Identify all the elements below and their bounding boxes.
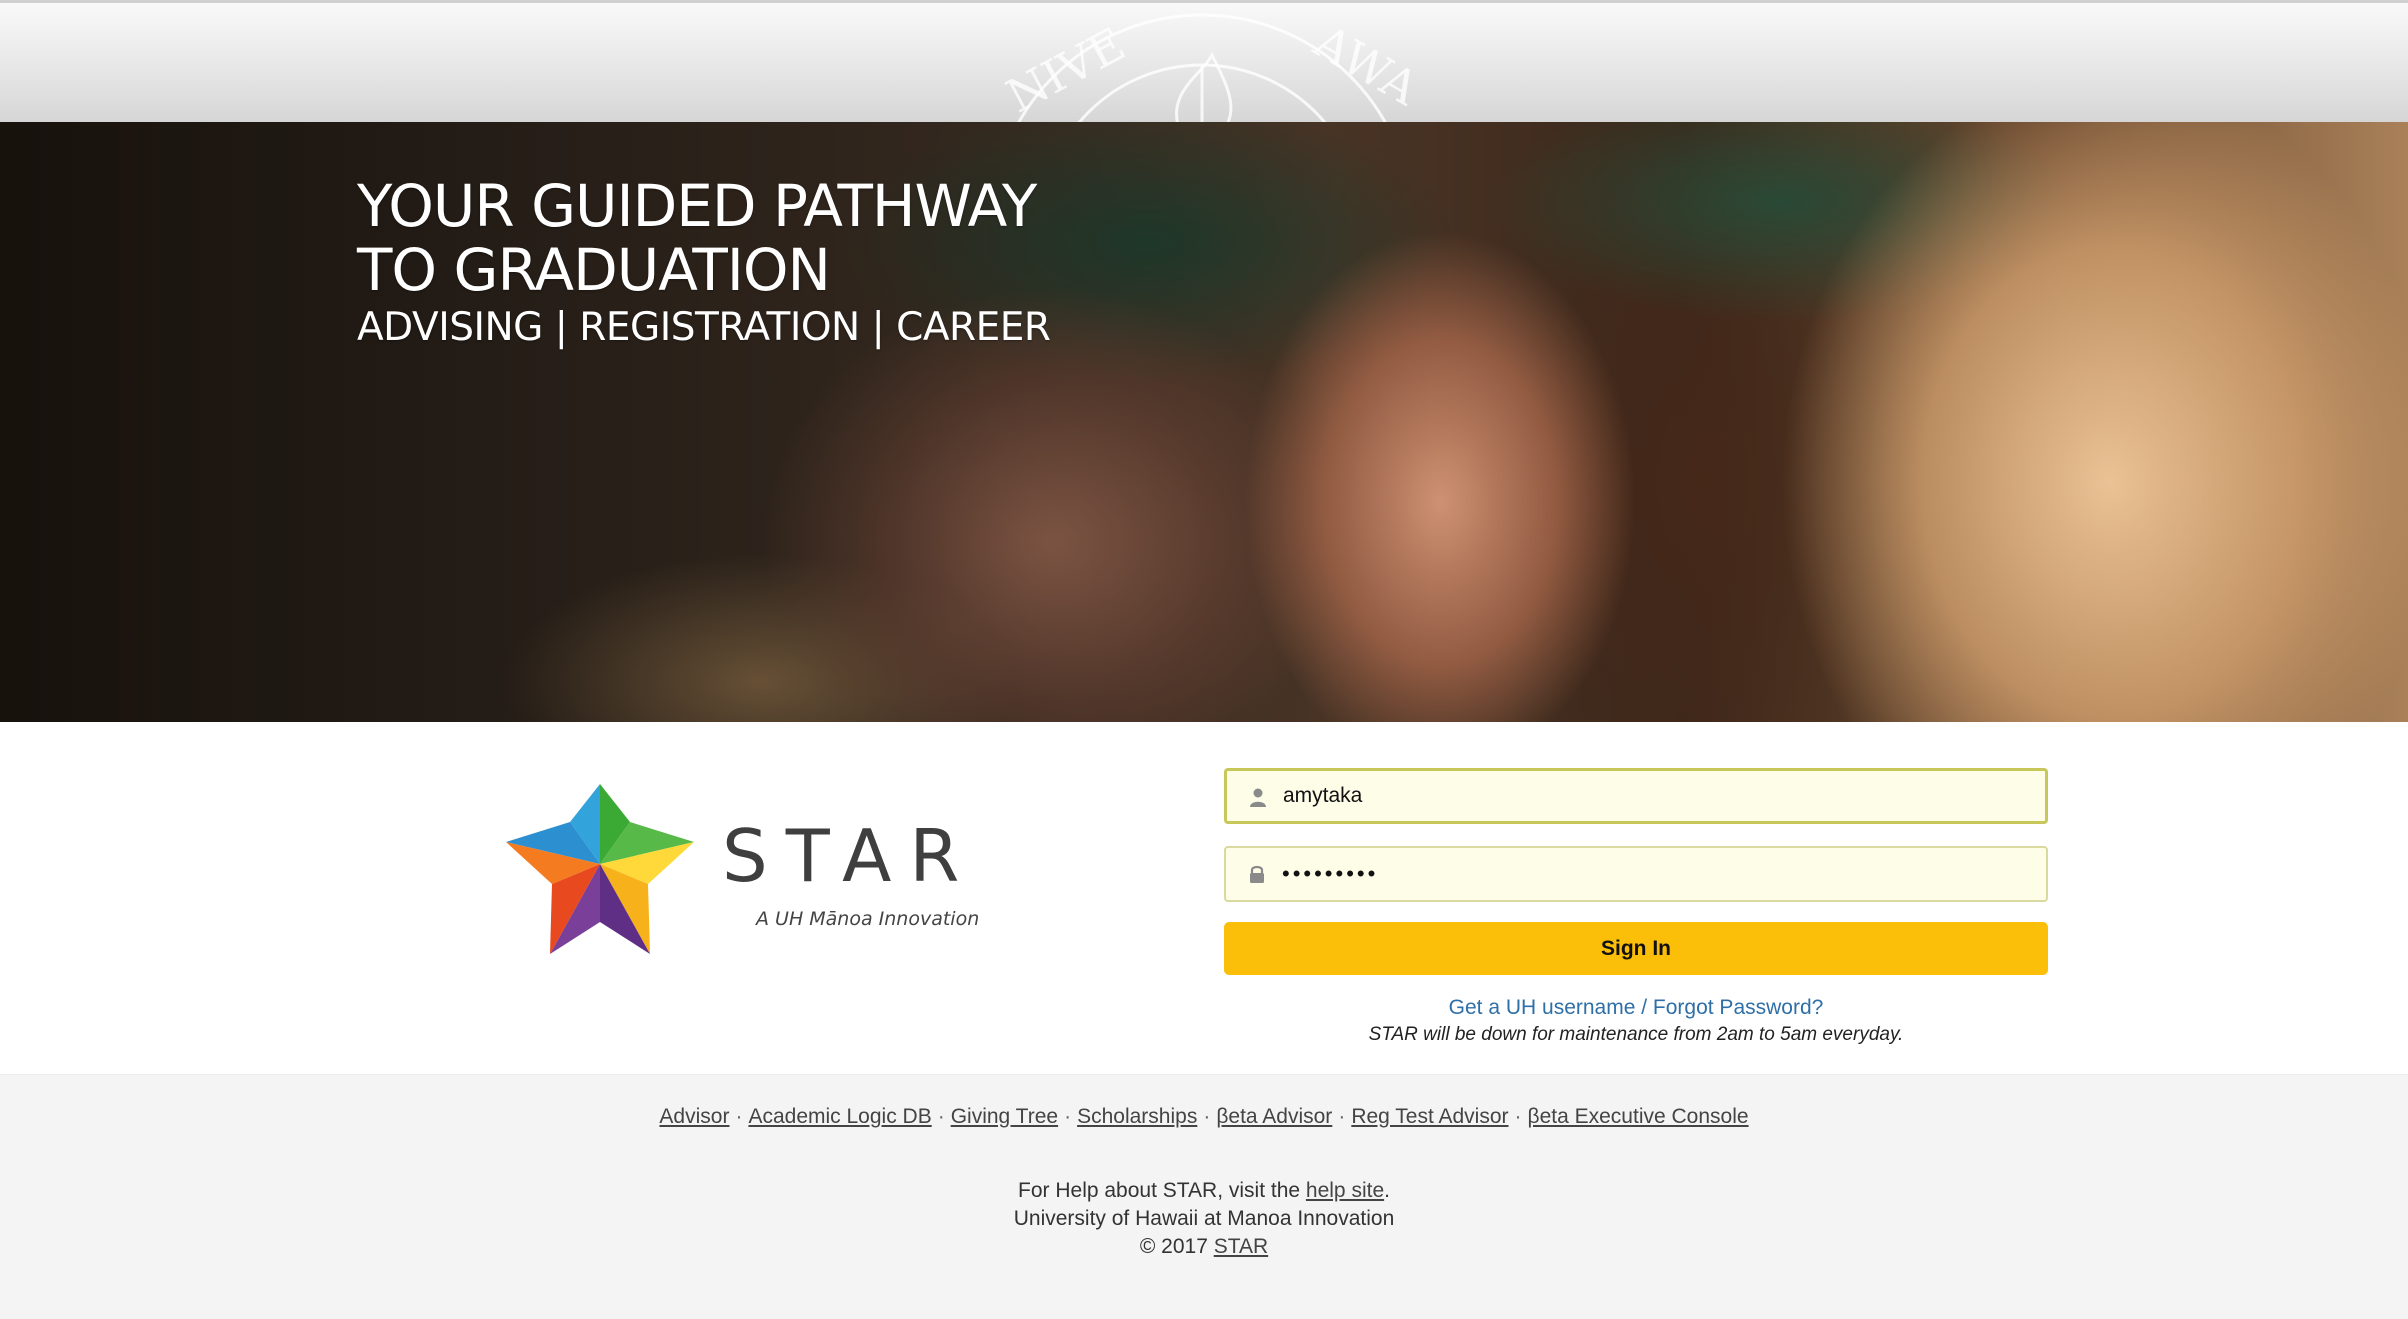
username-field[interactable] [1224,768,2048,824]
footer-link-beta-executive-console[interactable]: βeta Executive Console [1528,1105,1749,1128]
forgot-password-link[interactable]: Get a UH username / Forgot Password? [1224,996,2048,1020]
password-field[interactable] [1224,846,2048,902]
sign-in-button[interactable]: Sign In [1224,922,2048,975]
footer-link-giving-tree[interactable]: Giving Tree [951,1105,1058,1128]
footer-link-advisor[interactable]: Advisor [659,1105,729,1128]
header-band: NIVE AWA [0,0,2408,122]
hero-banner-photo: YOUR GUIDED PATHWAY TO GRADUATION ADVISI… [0,122,2408,722]
footer-links: Advisor · Academic Logic DB · Giving Tree · Sc… [0,1105,2408,1129]
footer-link-reg-test-advisor[interactable]: Reg Test Advisor [1351,1105,1508,1128]
footer-info: For Help about STAR, visit the help site… [0,1177,2408,1261]
svg-text:AWA: AWA [1305,14,1428,116]
link-separator: · [1203,1105,1211,1128]
hero-title-line-2: TO GRADUATION [357,236,831,304]
hero-subtitle: ADVISING | REGISTRATION | CAREER [357,305,1051,350]
star-logo-icon [506,784,694,954]
link-separator: · [735,1105,743,1128]
link-separator: · [1064,1105,1072,1128]
link-separator: · [937,1105,945,1128]
link-separator: · [1514,1105,1522,1128]
logo-tagline: A UH Mānoa Innovation [756,908,980,930]
logo-wordmark: STAR [722,814,978,898]
help-text-prefix: For Help about STAR, visit the [1018,1179,1306,1202]
footer: Advisor · Academic Logic DB · Giving Tree · Sc… [0,1074,2408,1319]
help-line: For Help about STAR, visit the help site… [0,1177,2408,1205]
help-text-suffix: . [1384,1179,1390,1202]
link-separator: · [1338,1105,1346,1128]
lock-icon [1250,865,1264,883]
university-line: University of Hawaii at Manoa Innovation [1013,1207,1395,1230]
university-seal-watermark: NIVE AWA [998,13,1428,122]
hero-headline: YOUR GUIDED PATHWAY TO GRADUATION ADVISI… [357,174,1051,352]
copyright-text: © 2017 [1139,1235,1214,1258]
footer-link-scholarships[interactable]: Scholarships [1077,1105,1197,1128]
footer-link-academic-logic-db[interactable]: Academic Logic DB [748,1105,931,1128]
username-input[interactable] [1283,771,2023,821]
maintenance-notice: STAR will be down for maintenance from 2… [1368,1024,1904,1045]
help-site-link[interactable]: help site [1306,1179,1384,1202]
footer-link-beta-advisor[interactable]: βeta Advisor [1216,1105,1332,1128]
hero-title-line-1: YOUR GUIDED PATHWAY [357,172,1037,240]
star-home-link[interactable]: STAR [1214,1235,1268,1258]
star-logo: STAR A UH Mānoa Innovation [500,764,1020,964]
login-section: STAR A UH Mānoa Innovation Sign In Get a… [0,722,2408,1074]
copyright-line: © 2017 STAR [0,1233,2408,1261]
password-input[interactable] [1282,848,2022,900]
user-icon [1250,788,1266,807]
svg-text:NIVE: NIVE [998,17,1134,122]
